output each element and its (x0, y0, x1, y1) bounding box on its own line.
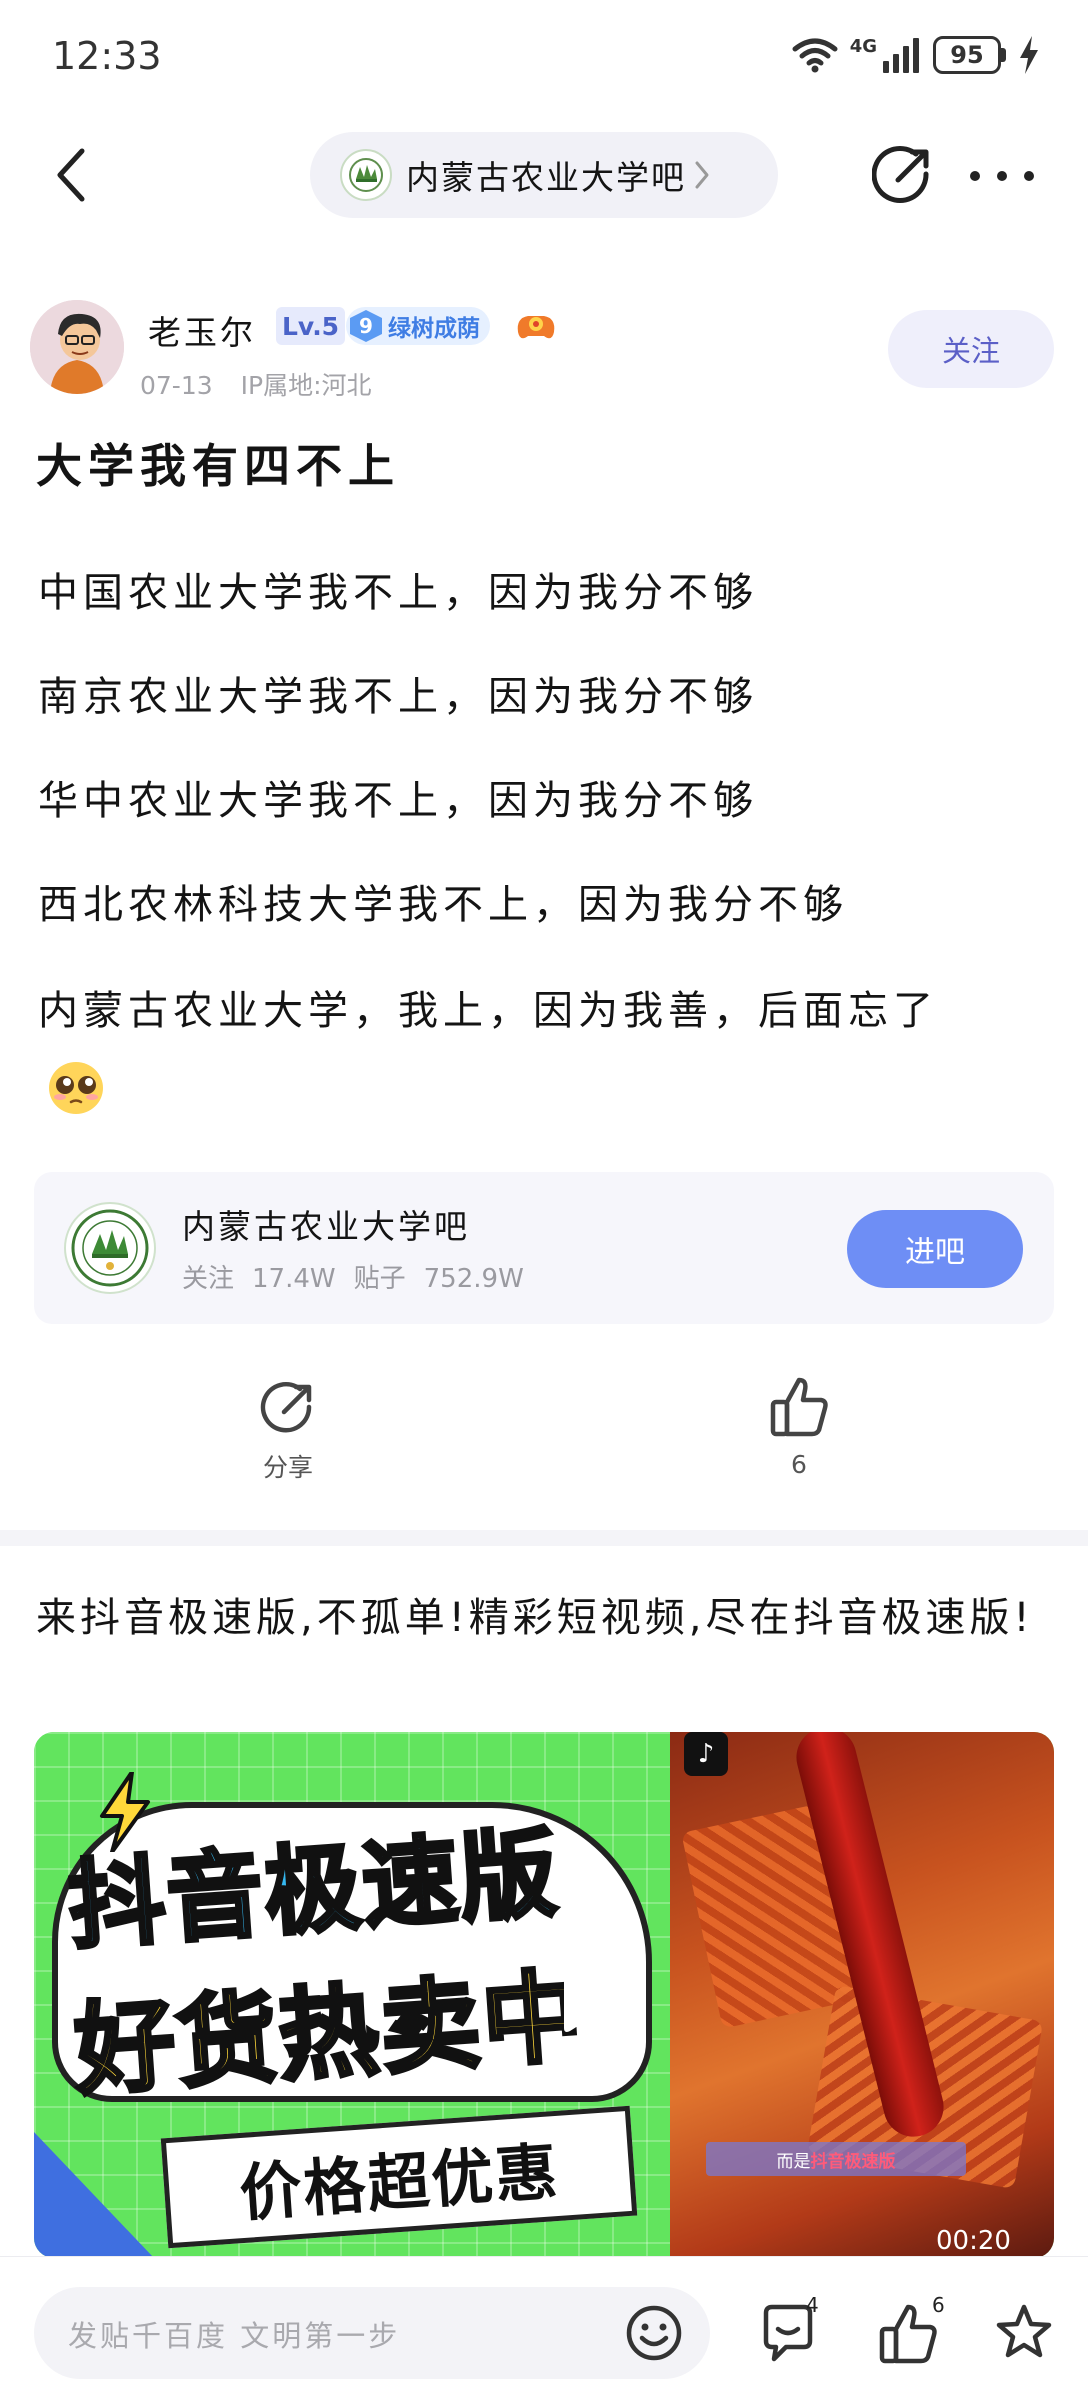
like-count: 6 (791, 1450, 807, 1479)
charging-icon (1020, 36, 1038, 74)
nav-bar: 内蒙古农业大学吧 (0, 120, 1088, 230)
more-icon (970, 171, 980, 181)
post-line: 内蒙古农业大学，我上，因为我善，后面忘了 (38, 988, 938, 1034)
section-divider (0, 1530, 1088, 1546)
author-name[interactable]: 老玉尔 (148, 306, 256, 354)
bottom-bar: 发贴千百度 文明第一步 4 6 (0, 2256, 1088, 2400)
tiktok-logo-icon: ♪ (684, 1732, 728, 1776)
level-badge: Lv.5 (276, 307, 346, 345)
back-button[interactable] (40, 142, 100, 208)
pleading-face-icon (49, 1062, 103, 1114)
forum-chip-name: 内蒙古农业大学吧 (406, 158, 686, 197)
network-type-label: 4G (849, 35, 877, 57)
post-meta: 07-13 IP属地:河北 (140, 366, 400, 402)
like-count-bottom: 6 (932, 2293, 945, 2317)
reply-input[interactable]: 发贴千百度 文明第一步 (34, 2287, 710, 2379)
battery-icon: 95 (933, 36, 1006, 74)
honor-title: 绿树成荫 (388, 316, 480, 342)
ad-video-banner[interactable]: 抖音极速版 好货热卖中 价格超优惠 ♪ 而是 抖音极速版 00:20 (34, 1732, 1054, 2258)
forum-card-stats: 关注 17.4W 贴子 752.9W (182, 1258, 542, 1295)
play-icon[interactable] (546, 1968, 616, 2038)
post-title: 大学我有四不上 (36, 439, 400, 493)
post-line: 华中农业大学我不上，因为我分不够 (38, 778, 758, 824)
post-date: 07-13 (140, 371, 213, 400)
posts-count: 752.9W (423, 1264, 524, 1294)
share-icon (260, 1382, 312, 1433)
reply-placeholder: 发贴千百度 文明第一步 (68, 2319, 401, 2353)
forum-card[interactable]: 内蒙古农业大学吧 关注 17.4W 贴子 752.9W 进吧 (34, 1172, 1054, 1324)
ip-location: IP属地:河北 (240, 371, 372, 400)
ad-product-photo: ♪ 而是 抖音极速版 (670, 1732, 1054, 2258)
star-icon[interactable] (992, 2301, 1056, 2365)
share-post-button[interactable] (871, 144, 934, 206)
status-time: 12:33 (52, 34, 162, 78)
posts-label: 贴子 (353, 1264, 406, 1294)
followers-count: 17.4W (252, 1264, 336, 1294)
video-duration: 00:20 (936, 2226, 1011, 2256)
more-options-button[interactable] (970, 156, 1034, 196)
battery-level: 95 (933, 36, 1001, 74)
ad-caption: 而是 抖音极速版 (706, 2142, 966, 2176)
forum-logo (64, 1202, 156, 1294)
enter-forum-button[interactable]: 进吧 (847, 1210, 1023, 1288)
post-line: 南京农业大学我不上，因为我分不够 (38, 674, 758, 720)
ad-banner-line3: 价格超优惠 (237, 2134, 562, 2231)
status-bar: 12:33 4G 95 (0, 0, 1088, 115)
follow-button[interactable]: 关注 (888, 310, 1054, 388)
chevron-left-icon (57, 148, 85, 202)
forum-chip[interactable]: 内蒙古农业大学吧 (310, 132, 778, 218)
thumbs-up-icon (770, 1377, 828, 1437)
post-line: 西北农林科技大学我不上，因为我分不够 (38, 882, 848, 928)
emoji-icon[interactable] (624, 2303, 684, 2363)
honor-badge: 9 绿树成荫 (346, 307, 490, 345)
followers-label: 关注 (182, 1264, 235, 1294)
gamepad-icon (517, 316, 555, 339)
share-icon (871, 146, 929, 203)
author-row: 老玉尔 Lv.5 9 绿树成荫 07-13 IP属地:河北 关注 (0, 290, 1088, 410)
avatar[interactable] (30, 300, 124, 394)
like-action[interactable]: 6 (757, 1376, 841, 1479)
thumbs-up-icon[interactable] (876, 2301, 940, 2365)
status-icons: 4G 95 (792, 30, 1040, 80)
share-action[interactable]: 分享 (248, 1380, 328, 1484)
post-line: 中国农业大学我不上，因为我分不够 (38, 570, 758, 616)
forum-card-name: 内蒙古农业大学吧 (182, 1207, 470, 1246)
honor-level: 9 (350, 310, 382, 342)
wifi-icon (792, 38, 838, 73)
ad-text[interactable]: 来抖音极速版,不孤单!精彩短视频,尽在抖音极速版! (36, 1580, 1056, 1656)
comment-count: 4 (806, 2293, 819, 2317)
forum-logo-icon (340, 149, 392, 201)
share-label: 分享 (262, 1453, 313, 1482)
ad-caption-highlight: 抖音极速版 (810, 2151, 896, 2172)
signal-icon (883, 38, 919, 73)
ad-caption-prefix: 而是 (776, 2151, 811, 2172)
chevron-right-icon (695, 161, 709, 189)
